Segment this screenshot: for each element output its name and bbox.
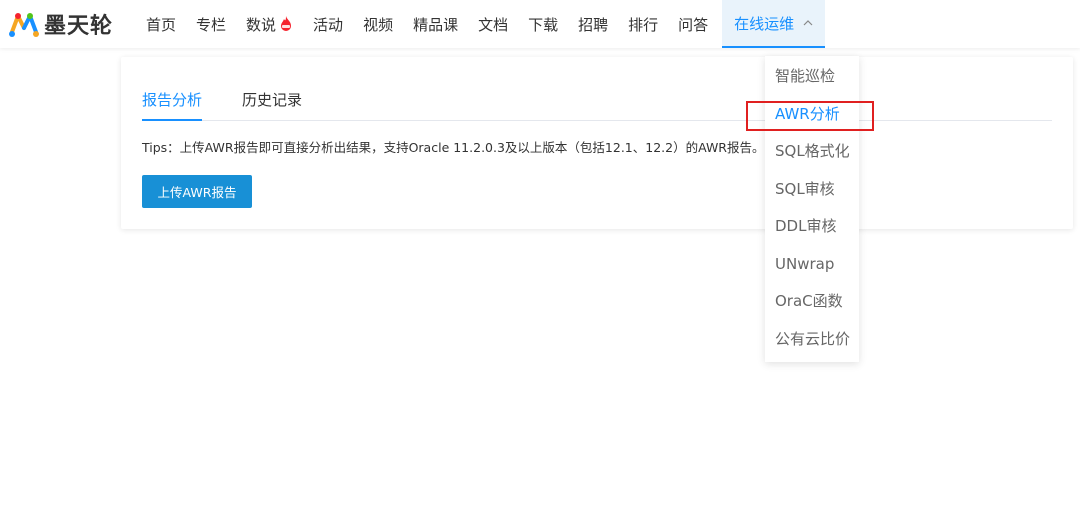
hot-flame-icon [281,16,292,31]
tips-text: Tips：上传AWR报告即可直接分析出结果，支持Oracle 11.2.0.3及… [142,140,765,155]
nav-jobs-label: 招聘 [578,15,609,34]
nav-column-label: 专栏 [196,15,227,34]
nav-ranking-label: 排行 [628,15,659,34]
tab-bar: 报告分析 历史记录 [142,85,1052,121]
nav-events-label: 活动 [313,15,344,34]
upload-awr-button[interactable]: 上传AWR报告 [142,175,252,208]
nav-data-talk-label: 数说 [246,15,277,34]
nav-jobs[interactable]: 招聘 [568,0,618,48]
menu-item-sql-format[interactable]: SQL格式化 [765,133,859,171]
nav-video-label: 视频 [363,15,394,34]
menu-item-awr-analysis[interactable]: AWR分析 [765,96,859,134]
nav-column[interactable]: 专栏 [186,0,236,48]
nav-qa[interactable]: 问答 [668,0,718,48]
nav-docs-label: 文档 [478,15,509,34]
nav-courses-label: 精品课 [413,15,459,34]
menu-item-orac-functions[interactable]: OraC函数 [765,283,859,321]
nav-ranking[interactable]: 排行 [618,0,668,48]
menu-item-ddl-audit[interactable]: DDL审核 [765,208,859,246]
nav-docs[interactable]: 文档 [468,0,518,48]
nav-data-talk[interactable]: 数说 [236,0,303,48]
nav-video[interactable]: 视频 [353,0,403,48]
nav-download-label: 下载 [528,15,559,34]
nav-home-label: 首页 [146,15,177,34]
nav-online-ops-label: 在线运维 [734,14,795,33]
menu-item-cloud-price-compare[interactable]: 公有云比价 [765,321,859,359]
online-ops-dropdown: 智能巡检 AWR分析 SQL格式化 SQL审核 DDL审核 UNwrap Ora… [765,56,859,362]
chevron-up-icon [803,20,813,26]
nav-qa-label: 问答 [678,15,709,34]
awr-analysis-card: 报告分析 历史记录 Tips：上传AWR报告即可直接分析出结果，支持Oracle… [121,57,1073,229]
site-logo[interactable]: 墨天轮 [6,6,113,42]
logo-text: 墨天轮 [44,14,114,39]
menu-item-unwrap[interactable]: UNwrap [765,246,859,284]
menu-item-sql-audit[interactable]: SQL审核 [765,171,859,209]
nav-download[interactable]: 下载 [518,0,568,48]
nav-home[interactable]: 首页 [136,0,186,48]
tab-history[interactable]: 历史记录 [242,85,302,121]
tab-report-analysis[interactable]: 报告分析 [142,85,203,121]
nav-online-ops[interactable]: 在线运维 [722,0,826,48]
nav-events[interactable]: 活动 [303,0,353,48]
logo-icon [9,13,39,37]
main-nav: 首页 专栏 数说 活动 视频 精品课 文档 下载 招聘 排行 问答 在线运维 [136,0,826,48]
top-navbar: 墨天轮 首页 专栏 数说 活动 视频 精品课 文档 下载 招聘 排行 问答 在线… [0,0,1080,48]
menu-item-smart-inspection[interactable]: 智能巡检 [765,58,859,96]
nav-courses[interactable]: 精品课 [403,0,468,48]
